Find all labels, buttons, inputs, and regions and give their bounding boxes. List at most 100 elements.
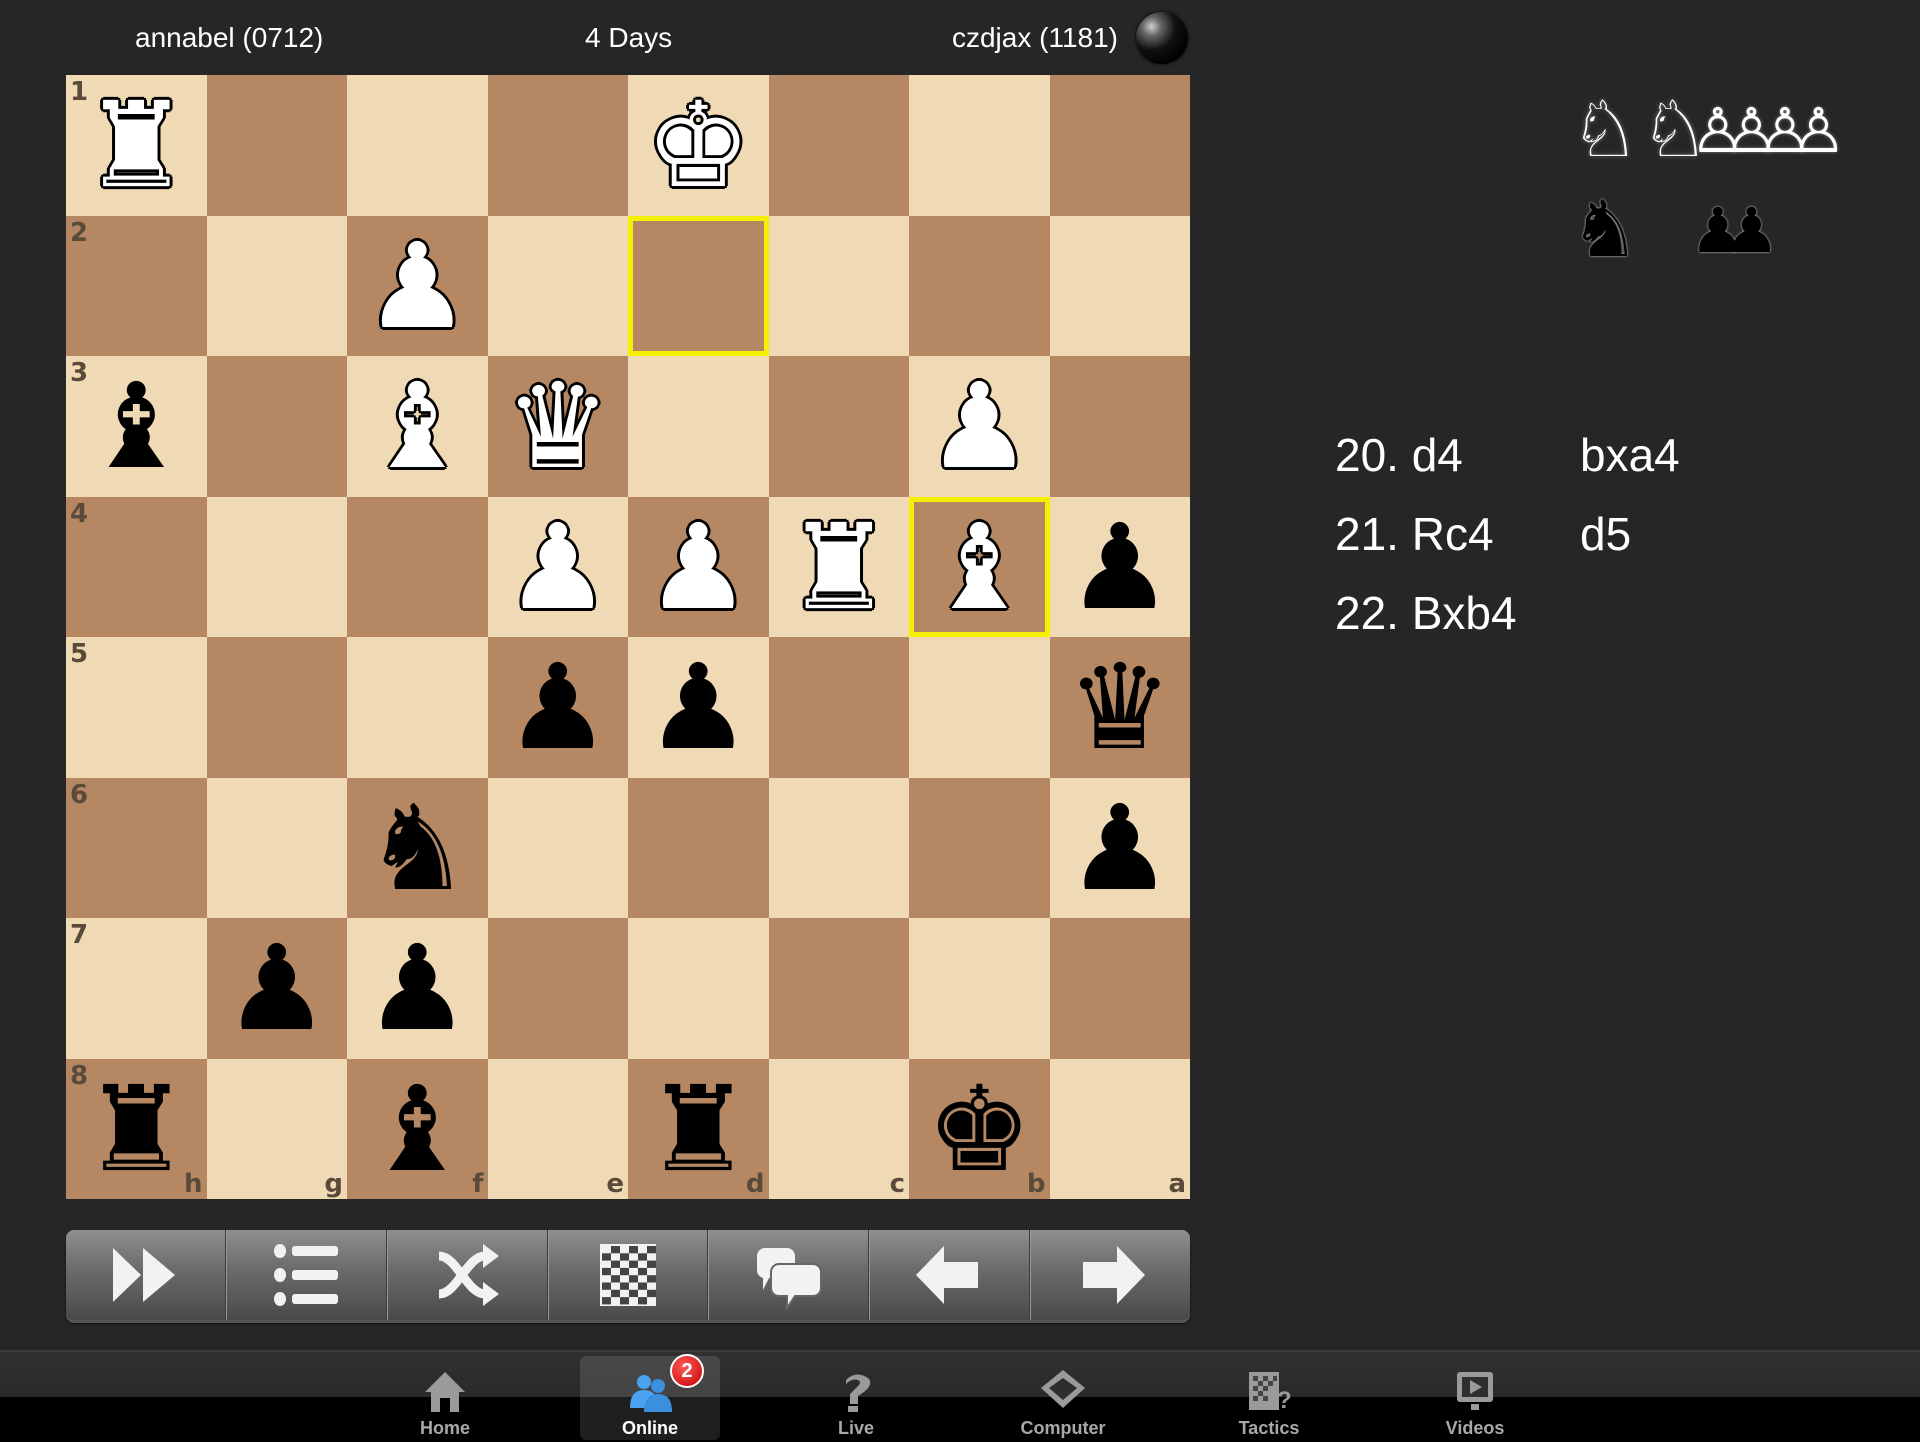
square-c3[interactable]	[768, 356, 909, 497]
black-bishop-icon[interactable]: ♝	[83, 367, 189, 485]
square-h5[interactable]: 5	[66, 637, 207, 778]
square-a4[interactable]: ♟	[1049, 496, 1190, 637]
square-g4[interactable]	[206, 496, 347, 637]
square-c5[interactable]	[768, 637, 909, 778]
square-d1[interactable]: ♚	[628, 75, 769, 216]
square-f7[interactable]: ♟	[347, 918, 488, 1059]
black-pawn-icon[interactable]: ♟	[224, 929, 330, 1047]
black-queen-icon[interactable]: ♛	[1067, 648, 1173, 766]
white-bishop-icon[interactable]: ♝	[926, 508, 1032, 626]
black-knight-icon[interactable]: ♞	[364, 789, 470, 907]
flip-board-button[interactable]	[386, 1230, 548, 1320]
square-d2[interactable]	[628, 215, 769, 356]
white-move[interactable]: 21. Rc4	[1335, 507, 1580, 586]
square-g8[interactable]: g	[206, 1058, 347, 1199]
square-e8[interactable]: e	[487, 1058, 628, 1199]
black-rook-icon[interactable]: ♜	[83, 1070, 189, 1188]
chat-button[interactable]	[708, 1230, 870, 1320]
square-e4[interactable]: ♟	[487, 496, 628, 637]
white-pawn-icon[interactable]: ♟	[505, 508, 611, 626]
square-a6[interactable]: ♟	[1049, 777, 1190, 918]
square-f6[interactable]: ♞	[347, 777, 488, 918]
square-e5[interactable]: ♟	[487, 637, 628, 778]
square-d5[interactable]: ♟	[628, 637, 769, 778]
square-f3[interactable]: ♝	[347, 356, 488, 497]
square-d3[interactable]	[628, 356, 769, 497]
tab-tactics[interactable]: ? Tactics	[1199, 1356, 1339, 1440]
square-e3[interactable]: ♛	[487, 356, 628, 497]
square-d7[interactable]	[628, 918, 769, 1059]
chess-board[interactable]: 1 ♜ ♚ 2 ♟ 3 ♝ ♝ ♛ ♟ 4 ♟ ♟ ♜ ♝ ♟ 5 ♟ ♟ ♛ 6 ♞ ♟ 7 ♟ ♟ 8 h ♜ g f ♝ e d ♜ c b ♚ a	[66, 75, 1190, 1199]
square-h4[interactable]: 4	[66, 496, 207, 637]
white-pawn-icon[interactable]: ♟	[926, 367, 1032, 485]
square-e1[interactable]	[487, 75, 628, 216]
square-b4[interactable]: ♝	[909, 496, 1050, 637]
square-f5[interactable]	[347, 637, 488, 778]
square-e6[interactable]	[487, 777, 628, 918]
square-b7[interactable]	[909, 918, 1050, 1059]
square-c7[interactable]	[768, 918, 909, 1059]
square-e2[interactable]	[487, 215, 628, 356]
square-g2[interactable]	[206, 215, 347, 356]
black-bishop-icon[interactable]: ♝	[364, 1070, 470, 1188]
square-c4[interactable]: ♜	[768, 496, 909, 637]
square-f4[interactable]	[347, 496, 488, 637]
tab-online[interactable]: 2 Online	[580, 1354, 720, 1440]
white-move[interactable]: 22. Bxb4	[1335, 586, 1580, 665]
square-b2[interactable]	[909, 215, 1050, 356]
square-g3[interactable]	[206, 356, 347, 497]
square-c6[interactable]	[768, 777, 909, 918]
black-pawn-icon[interactable]: ♟	[505, 648, 611, 766]
black-move[interactable]: bxa4	[1580, 428, 1680, 507]
tab-live[interactable]: Live	[786, 1356, 926, 1440]
previous-move-button[interactable]	[869, 1230, 1031, 1320]
black-move[interactable]: d5	[1580, 507, 1631, 586]
square-c8[interactable]: c	[768, 1058, 909, 1199]
white-queen-icon[interactable]: ♛	[505, 367, 611, 485]
square-d4[interactable]: ♟	[628, 496, 769, 637]
black-pawn-icon[interactable]: ♟	[1067, 789, 1173, 907]
black-rook-icon[interactable]: ♜	[645, 1070, 751, 1188]
white-rook-icon[interactable]: ♜	[83, 86, 189, 204]
square-b6[interactable]	[909, 777, 1050, 918]
white-rook-icon[interactable]: ♜	[786, 508, 892, 626]
square-h2[interactable]: 2	[66, 215, 207, 356]
square-h6[interactable]: 6	[66, 777, 207, 918]
square-f2[interactable]: ♟	[347, 215, 488, 356]
square-b1[interactable]	[909, 75, 1050, 216]
tab-home[interactable]: Home	[375, 1356, 515, 1440]
square-f8[interactable]: f ♝	[347, 1058, 488, 1199]
square-h1[interactable]: 1 ♜	[66, 75, 207, 216]
square-c2[interactable]	[768, 215, 909, 356]
square-a1[interactable]	[1049, 75, 1190, 216]
square-g7[interactable]: ♟	[206, 918, 347, 1059]
fast-forward-button[interactable]	[66, 1230, 226, 1320]
square-g5[interactable]	[206, 637, 347, 778]
square-e7[interactable]	[487, 918, 628, 1059]
square-d8[interactable]: d ♜	[628, 1058, 769, 1199]
white-pawn-icon[interactable]: ♟	[364, 227, 470, 345]
tab-computer[interactable]: Computer	[993, 1356, 1133, 1440]
square-a3[interactable]	[1049, 356, 1190, 497]
square-b3[interactable]: ♟	[909, 356, 1050, 497]
square-b8[interactable]: b ♚	[909, 1058, 1050, 1199]
square-b5[interactable]	[909, 637, 1050, 778]
move-list-button[interactable]	[225, 1230, 387, 1320]
white-player-name[interactable]: annabel (0712)	[135, 22, 323, 54]
square-a8[interactable]: a	[1049, 1058, 1190, 1199]
black-player-name[interactable]: czdjax (1181)	[952, 22, 1118, 54]
square-g1[interactable]	[206, 75, 347, 216]
square-h8[interactable]: 8 h ♜	[66, 1058, 207, 1199]
next-move-button[interactable]	[1030, 1230, 1190, 1320]
square-g6[interactable]	[206, 777, 347, 918]
square-a2[interactable]	[1049, 215, 1190, 356]
board-button[interactable]	[547, 1230, 709, 1320]
black-pawn-icon[interactable]: ♟	[1067, 508, 1173, 626]
white-bishop-icon[interactable]: ♝	[364, 367, 470, 485]
white-king-icon[interactable]: ♚	[645, 86, 751, 204]
black-king-icon[interactable]: ♚	[926, 1070, 1032, 1188]
square-h7[interactable]: 7	[66, 918, 207, 1059]
black-pawn-icon[interactable]: ♟	[364, 929, 470, 1047]
square-d6[interactable]	[628, 777, 769, 918]
square-c1[interactable]	[768, 75, 909, 216]
